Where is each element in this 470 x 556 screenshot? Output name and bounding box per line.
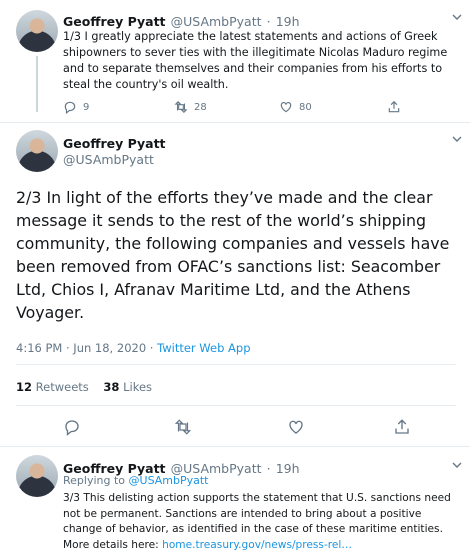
like-icon — [289, 420, 303, 434]
author-name[interactable]: Geoffrey Pyatt — [63, 136, 166, 151]
like-count: 80 — [299, 101, 312, 113]
author-name[interactable]: Geoffrey Pyatt — [63, 14, 166, 29]
divider — [0, 122, 470, 123]
header-separator: · — [266, 461, 271, 476]
avatar[interactable] — [16, 455, 58, 497]
reply-button[interactable] — [63, 418, 81, 436]
retweet-icon — [174, 101, 188, 113]
replying-to: Replying to @USAmbPyatt — [63, 474, 209, 487]
tweet-timestamp[interactable]: 4:16 PM · Jun 18, 2020 — [16, 341, 146, 355]
share-button[interactable] — [387, 100, 401, 114]
tweet-meta: 4:16 PM · Jun 18, 2020 · Twitter Web App — [16, 341, 251, 355]
tweet-stats: 12 Retweets 38 Likes — [16, 380, 152, 394]
tweet-header: Geoffrey Pyatt @USAmbPyatt · 19h — [63, 11, 300, 30]
tweet-time[interactable]: 19h — [276, 461, 300, 476]
tweet-text: 1/3 I greatly appreciate the latest stat… — [63, 30, 448, 91]
likes-label: Likes — [123, 380, 153, 394]
reply-button[interactable]: 9 — [63, 100, 89, 114]
retweet-button[interactable]: 28 — [174, 100, 207, 114]
divider — [0, 446, 470, 447]
replying-prefix: Replying to — [63, 474, 126, 487]
tweet-source-link[interactable]: Twitter Web App — [157, 341, 250, 355]
chevron-down-icon[interactable] — [452, 460, 462, 470]
retweets-stat[interactable]: 12 Retweets — [16, 380, 89, 394]
replying-to-link[interactable]: @USAmbPyatt — [129, 474, 209, 487]
retweets-label: Retweets — [35, 380, 89, 394]
like-button[interactable] — [287, 418, 305, 436]
retweet-icon — [174, 419, 192, 435]
reply-icon — [64, 101, 76, 114]
like-icon — [280, 102, 292, 113]
reply-count: 9 — [83, 101, 90, 113]
tweet-time[interactable]: 19h — [276, 14, 300, 29]
chevron-down-icon[interactable] — [452, 12, 462, 22]
divider — [16, 405, 456, 406]
likes-count: 38 — [103, 380, 120, 394]
author-handle[interactable]: @USAmbPyatt — [63, 152, 154, 167]
tweet-text: 2/3 In light of the efforts they’ve made… — [16, 188, 450, 322]
avatar[interactable] — [16, 130, 58, 172]
share-icon — [395, 419, 409, 434]
retweet-button[interactable] — [174, 418, 192, 436]
share-button[interactable] — [393, 418, 411, 436]
thread-line — [36, 56, 38, 112]
chevron-down-icon[interactable] — [452, 134, 462, 144]
likes-stat[interactable]: 38 Likes — [103, 380, 152, 394]
retweets-count: 12 — [16, 380, 33, 394]
divider — [16, 364, 456, 365]
like-button[interactable]: 80 — [279, 100, 312, 114]
share-icon — [388, 100, 400, 113]
avatar[interactable] — [16, 10, 58, 52]
header-separator: · — [266, 14, 271, 29]
retweet-count: 28 — [194, 101, 207, 113]
meta-separator: · — [149, 341, 154, 355]
tweet-link[interactable]: home.treasury.gov/news/press-rel… — [162, 539, 352, 551]
reply-icon — [65, 420, 79, 436]
author-handle[interactable]: @USAmbPyatt — [171, 14, 262, 29]
tweet-text: 3/3 This delisting action supports the s… — [63, 491, 463, 553]
